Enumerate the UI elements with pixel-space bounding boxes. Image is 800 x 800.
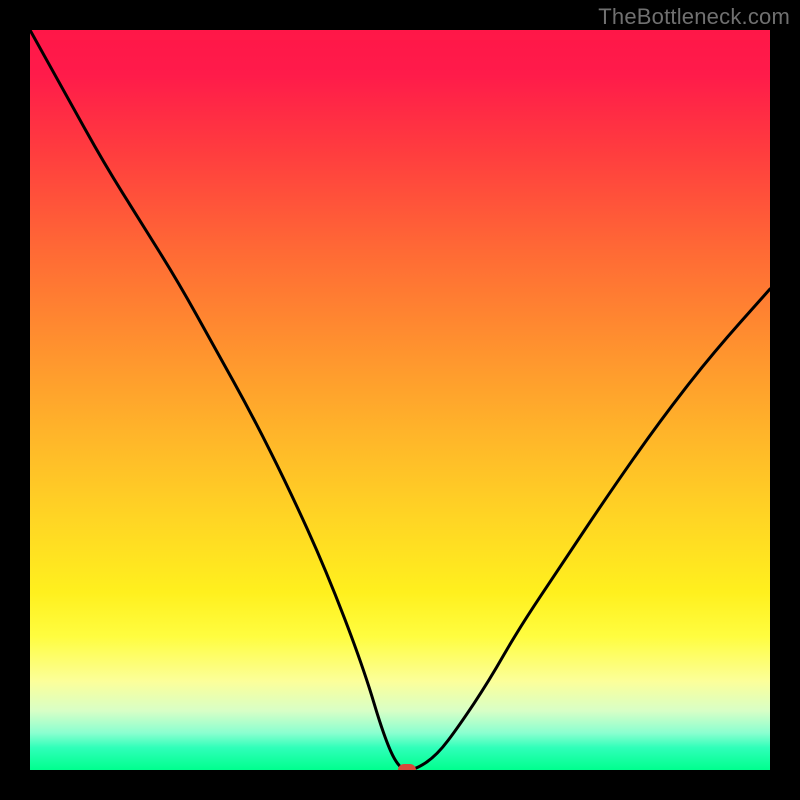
- watermark-text: TheBottleneck.com: [598, 4, 790, 30]
- optimal-point-marker: [398, 764, 416, 770]
- bottleneck-curve-path: [30, 30, 770, 770]
- plot-area: [30, 30, 770, 770]
- chart-frame: TheBottleneck.com: [0, 0, 800, 800]
- curve-svg: [30, 30, 770, 770]
